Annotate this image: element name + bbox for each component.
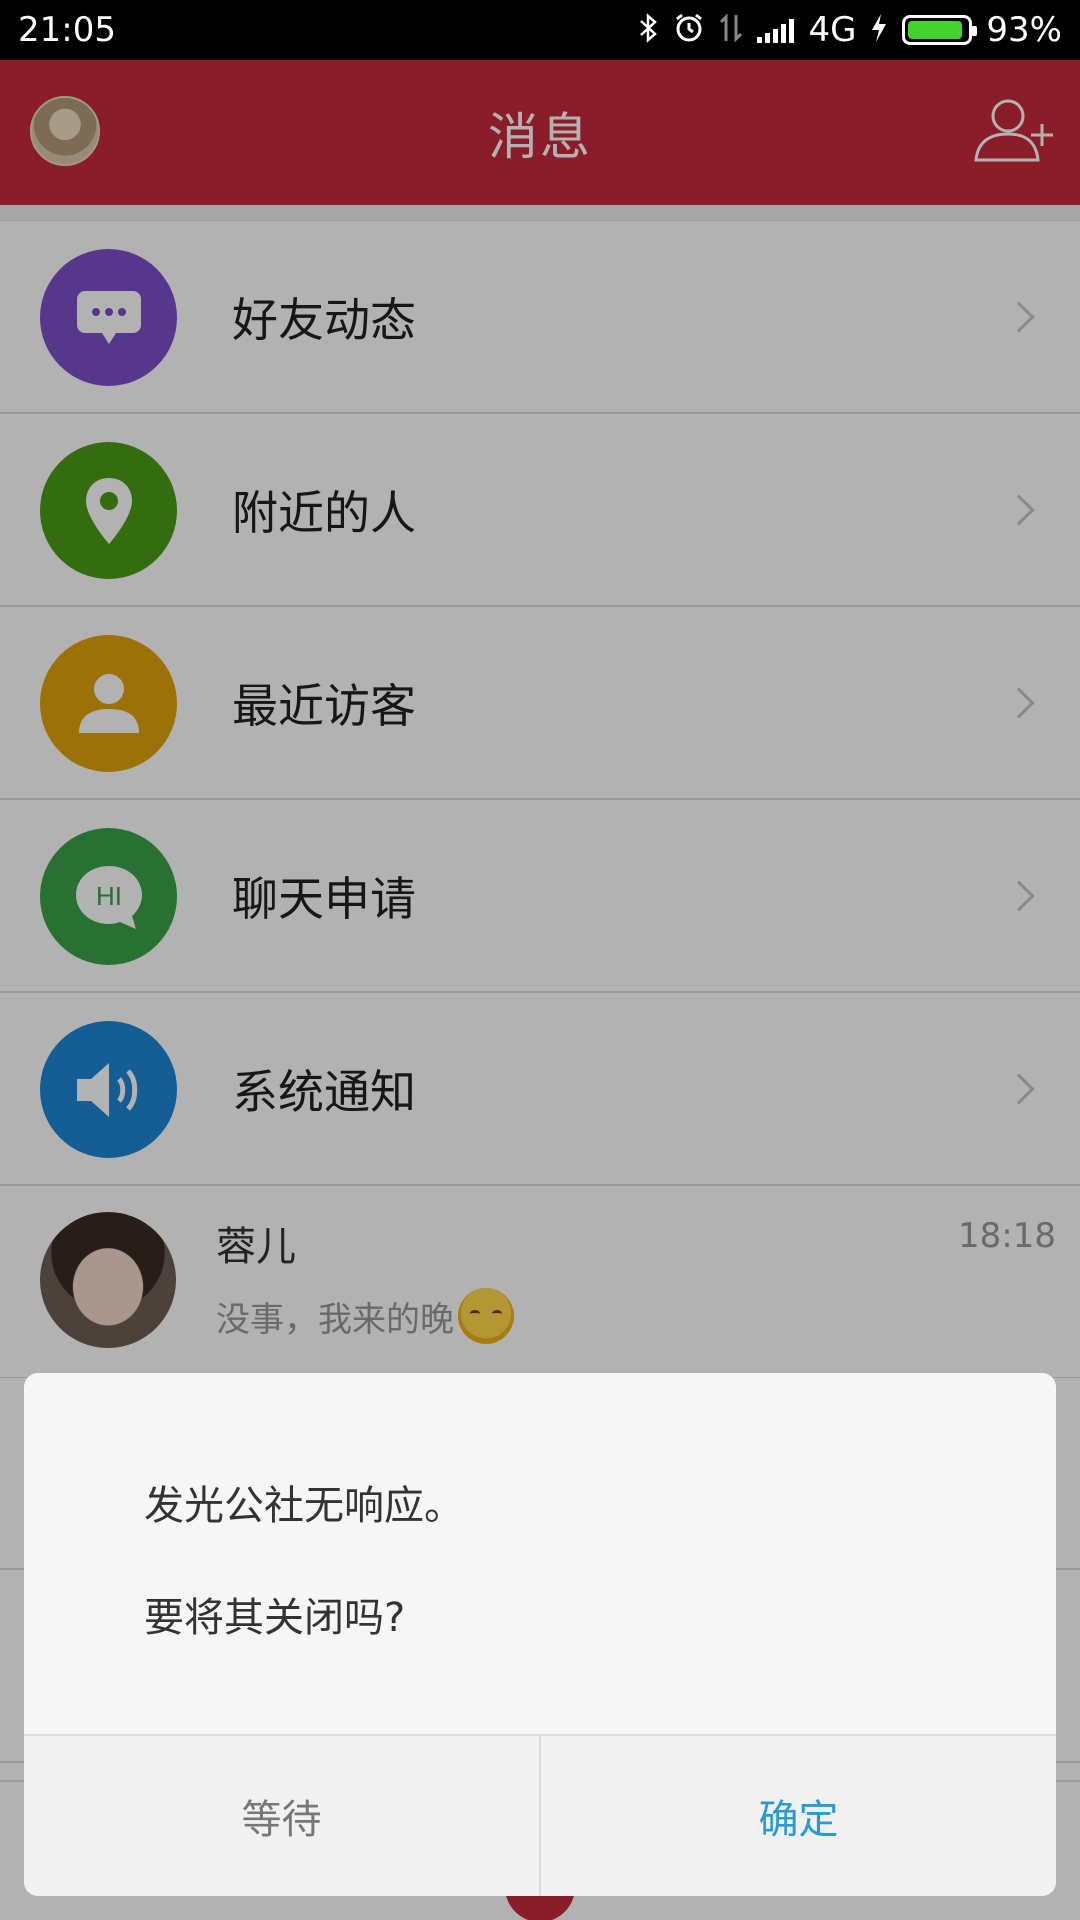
status-bar: 21:05 4G 93% <box>0 0 1080 60</box>
dialog-actions: 等待 确定 <box>24 1734 1056 1896</box>
status-time: 21:05 <box>18 10 116 50</box>
alarm-icon <box>673 12 705 49</box>
network-type: 4G <box>808 10 857 50</box>
battery-fill <box>908 21 963 39</box>
screen: 21:05 4G 93% 消息 好友动态 附近的人 最近访客 HI 聊天申请 系… <box>0 0 1080 1920</box>
wait-button[interactable]: 等待 <box>24 1736 541 1896</box>
bluetooth-icon <box>637 12 659 48</box>
anr-dialog: 发光公社无响应。 要将其关闭吗? 等待 确定 <box>24 1373 1056 1896</box>
charging-icon <box>870 13 888 48</box>
confirm-button[interactable]: 确定 <box>541 1736 1056 1896</box>
data-transfer-icon <box>719 12 743 48</box>
dialog-question: 要将其关闭吗? <box>144 1595 406 1641</box>
battery-percent: 93% <box>986 10 1062 50</box>
dialog-message: 发光公社无响应。 <box>144 1483 464 1529</box>
battery-icon <box>902 15 978 45</box>
signal-icon <box>757 17 795 43</box>
status-icons: 4G 93% <box>637 10 1062 50</box>
